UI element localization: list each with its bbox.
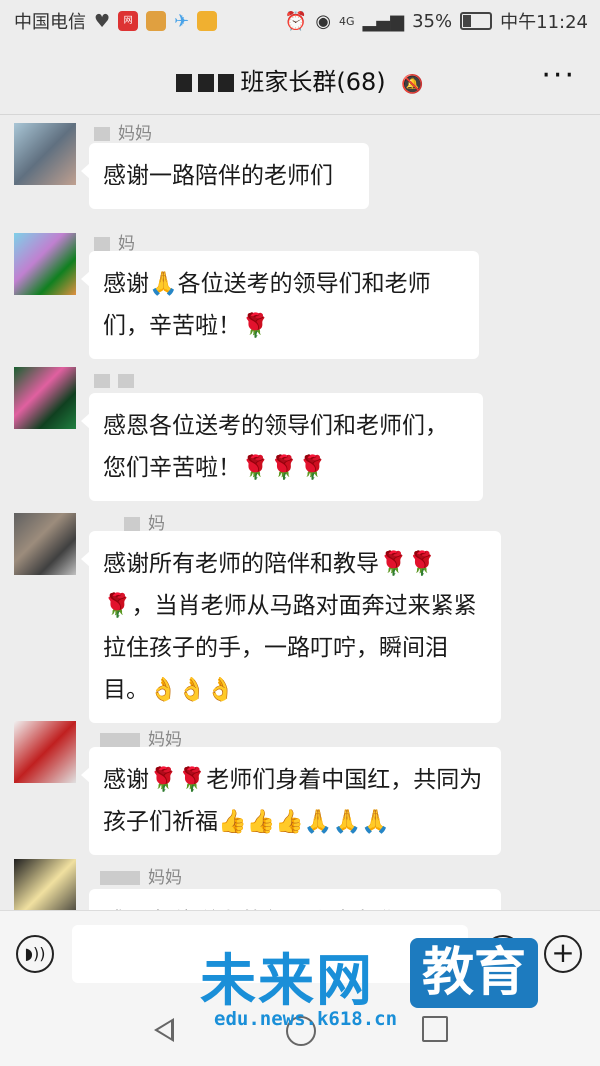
back-icon[interactable]: [154, 1018, 174, 1042]
censored-block: [94, 374, 110, 388]
avatar[interactable]: [14, 859, 76, 910]
message-bubble[interactable]: 感谢🌹🌹老师们身着中国红，共同为孩子们祈福👍👍👍🙏🙏🙏: [81, 747, 501, 855]
chat-title: 班家长群(68) 🔕: [0, 62, 600, 97]
watermark-brand: 未来网: [200, 949, 374, 1014]
send-icon: ✈: [174, 10, 190, 32]
censored-block: [94, 237, 110, 251]
chat-list[interactable]: 妈妈 感谢一路陪伴的老师们 妈 感谢🙏各位送考的领导们和老师们，辛苦啦！🌹 感恩…: [0, 115, 600, 910]
alarm-icon: ⏰: [284, 10, 308, 32]
clock: 中午11:24: [500, 12, 588, 33]
censored-block: [198, 74, 215, 92]
avatar[interactable]: [14, 513, 76, 575]
battery-percent: 35%: [412, 10, 453, 32]
heart-icon: ♥: [94, 10, 111, 32]
censored-block: [118, 374, 134, 388]
censored-block: [218, 74, 235, 92]
watermark: 未来网 教育 edu.news.k618.cn: [200, 936, 590, 1036]
status-bar-left: 中国电信 ♥ 网 ✈: [14, 8, 218, 34]
chat-header: 班家长群(68) 🔕 ···: [0, 40, 600, 115]
app-icon: [146, 11, 167, 31]
battery-icon: [460, 12, 493, 30]
censored-block: [94, 127, 110, 141]
netease-app-icon: 网: [118, 11, 139, 31]
message-bubble[interactable]: 感谢一路陪伴的老师们: [81, 143, 369, 209]
avatar[interactable]: [14, 233, 76, 295]
watermark-badge: 教育: [410, 938, 539, 1008]
watermark-url: edu.news.k618.cn: [214, 1008, 398, 1030]
censored-block: [124, 517, 140, 531]
voice-icon[interactable]: ◗)): [16, 935, 54, 973]
chat-app-icon: [197, 11, 218, 31]
message-bubble[interactable]: 感谢所有老师的陪伴和教导🌹🌹🌹，当肖老师从马路对面奔过来紧紧拉住孩子的手，一路叮…: [81, 531, 501, 723]
eye-icon: ◉: [315, 10, 332, 32]
sender-name: 妈妈: [100, 863, 182, 888]
status-bar: 中国电信 ♥ 网 ✈ ⏰ ◉ 4G ▂▄▆ 35% 中午11:24: [0, 0, 600, 40]
network-label: 4G: [339, 14, 355, 28]
carrier-label: 中国电信: [14, 12, 86, 33]
censored-block: [100, 733, 140, 747]
signal-icon: ▂▄▆: [362, 10, 405, 32]
avatar[interactable]: [14, 721, 76, 783]
sender-name: 妈妈: [94, 119, 152, 144]
battery-fill: [463, 15, 472, 27]
avatar[interactable]: [14, 367, 76, 429]
message-bubble[interactable]: 感恩各位送考的领导们和老师们，您们辛苦啦！🌹🌹🌹: [81, 393, 483, 501]
message-bubble[interactable]: 感谢🙏各位送考的领导们和老师们，辛苦啦！🌹: [81, 251, 479, 359]
more-options-button[interactable]: ···: [541, 58, 576, 93]
bell-off-icon: 🔕: [401, 74, 424, 95]
message-bubble[interactable]: 感恩各位送考的领导和老师们: [81, 889, 501, 910]
group-name: 班家长群(68): [240, 68, 386, 96]
status-bar-right: ⏰ ◉ 4G ▂▄▆ 35% 中午11:24: [285, 8, 588, 34]
sender-name: [94, 371, 142, 391]
censored-block: [176, 74, 193, 92]
censored-block: [100, 871, 140, 885]
avatar[interactable]: [14, 123, 76, 185]
